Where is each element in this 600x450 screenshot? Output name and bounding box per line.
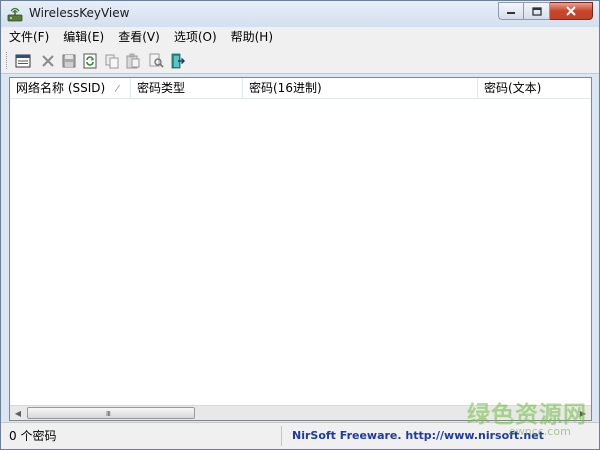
column-header-label: 网络名称 (SSID) [16, 81, 106, 95]
app-window: WirelessKeyView 文件(F) 编辑(E) 查看(V) 选项(O) … [0, 0, 600, 450]
toolbar-grip[interactable] [6, 52, 9, 69]
sort-indicator-icon: ⁄ [116, 84, 118, 95]
copy-button[interactable] [102, 51, 121, 70]
column-header-label: 密码(文本) [484, 81, 542, 95]
list-header: 网络名称 (SSID) ⁄ 密码类型 密码(16进制) 密码(文本) [10, 78, 591, 99]
password-list[interactable]: 网络名称 (SSID) ⁄ 密码类型 密码(16进制) 密码(文本) ◀ Ⅲ ▶ [9, 77, 592, 421]
exit-button[interactable] [167, 51, 186, 70]
caption-buttons [498, 2, 593, 20]
delete-icon [41, 54, 54, 67]
column-header-key-type[interactable]: 密码类型 [131, 78, 243, 98]
window-title: WirelessKeyView [29, 6, 130, 20]
close-button[interactable] [550, 2, 593, 20]
scroll-left-button[interactable]: ◀ [10, 406, 26, 420]
menu-file[interactable]: 文件(F) [3, 28, 55, 46]
scrollbar-grip: Ⅲ [106, 410, 111, 418]
arrow-left-icon: ◀ [14, 408, 22, 418]
toolbar [1, 47, 599, 74]
exit-icon [171, 53, 185, 68]
watermark-url-text: ownсс.com [509, 425, 571, 438]
find-icon [149, 53, 164, 68]
watermark-cn-text: 绿色资源网 [467, 402, 587, 428]
menu-options[interactable]: 选项(O) [168, 28, 223, 46]
copy-icon [105, 54, 118, 68]
save-icon [62, 54, 75, 67]
column-header-label: 密码(16进制) [249, 81, 322, 95]
refresh-button[interactable] [80, 51, 99, 70]
minimize-button[interactable] [498, 2, 524, 20]
delete-button[interactable] [38, 51, 57, 70]
refresh-icon [83, 53, 96, 68]
maximize-icon [531, 6, 542, 16]
find-button[interactable] [146, 51, 165, 70]
maximize-button[interactable] [524, 2, 550, 20]
watermark: 绿色资源网 ownсс.com [459, 393, 589, 443]
column-header-key-ascii[interactable]: 密码(文本) [478, 78, 591, 98]
menu-view[interactable]: 查看(V) [112, 28, 166, 46]
scrollbar-thumb[interactable]: Ⅲ [27, 407, 195, 419]
paste-button[interactable] [123, 51, 142, 70]
list-rows-area[interactable] [10, 99, 591, 405]
menu-edit[interactable]: 编辑(E) [57, 28, 110, 46]
properties-button[interactable] [13, 51, 32, 70]
close-icon [566, 6, 576, 16]
wifi-app-icon [7, 7, 23, 22]
column-header-key-hex[interactable]: 密码(16进制) [243, 78, 478, 98]
status-count: 0 个密码 [4, 426, 282, 446]
title-bar[interactable]: WirelessKeyView [1, 1, 599, 27]
paste-icon [126, 53, 139, 68]
menu-help[interactable]: 帮助(H) [225, 28, 279, 46]
save-button[interactable] [59, 51, 78, 70]
properties-icon [15, 54, 30, 67]
column-header-label: 密码类型 [137, 81, 186, 95]
minimize-icon [507, 12, 515, 14]
column-header-ssid[interactable]: 网络名称 (SSID) ⁄ [10, 78, 131, 98]
menu-bar: 文件(F) 编辑(E) 查看(V) 选项(O) 帮助(H) [1, 27, 599, 47]
